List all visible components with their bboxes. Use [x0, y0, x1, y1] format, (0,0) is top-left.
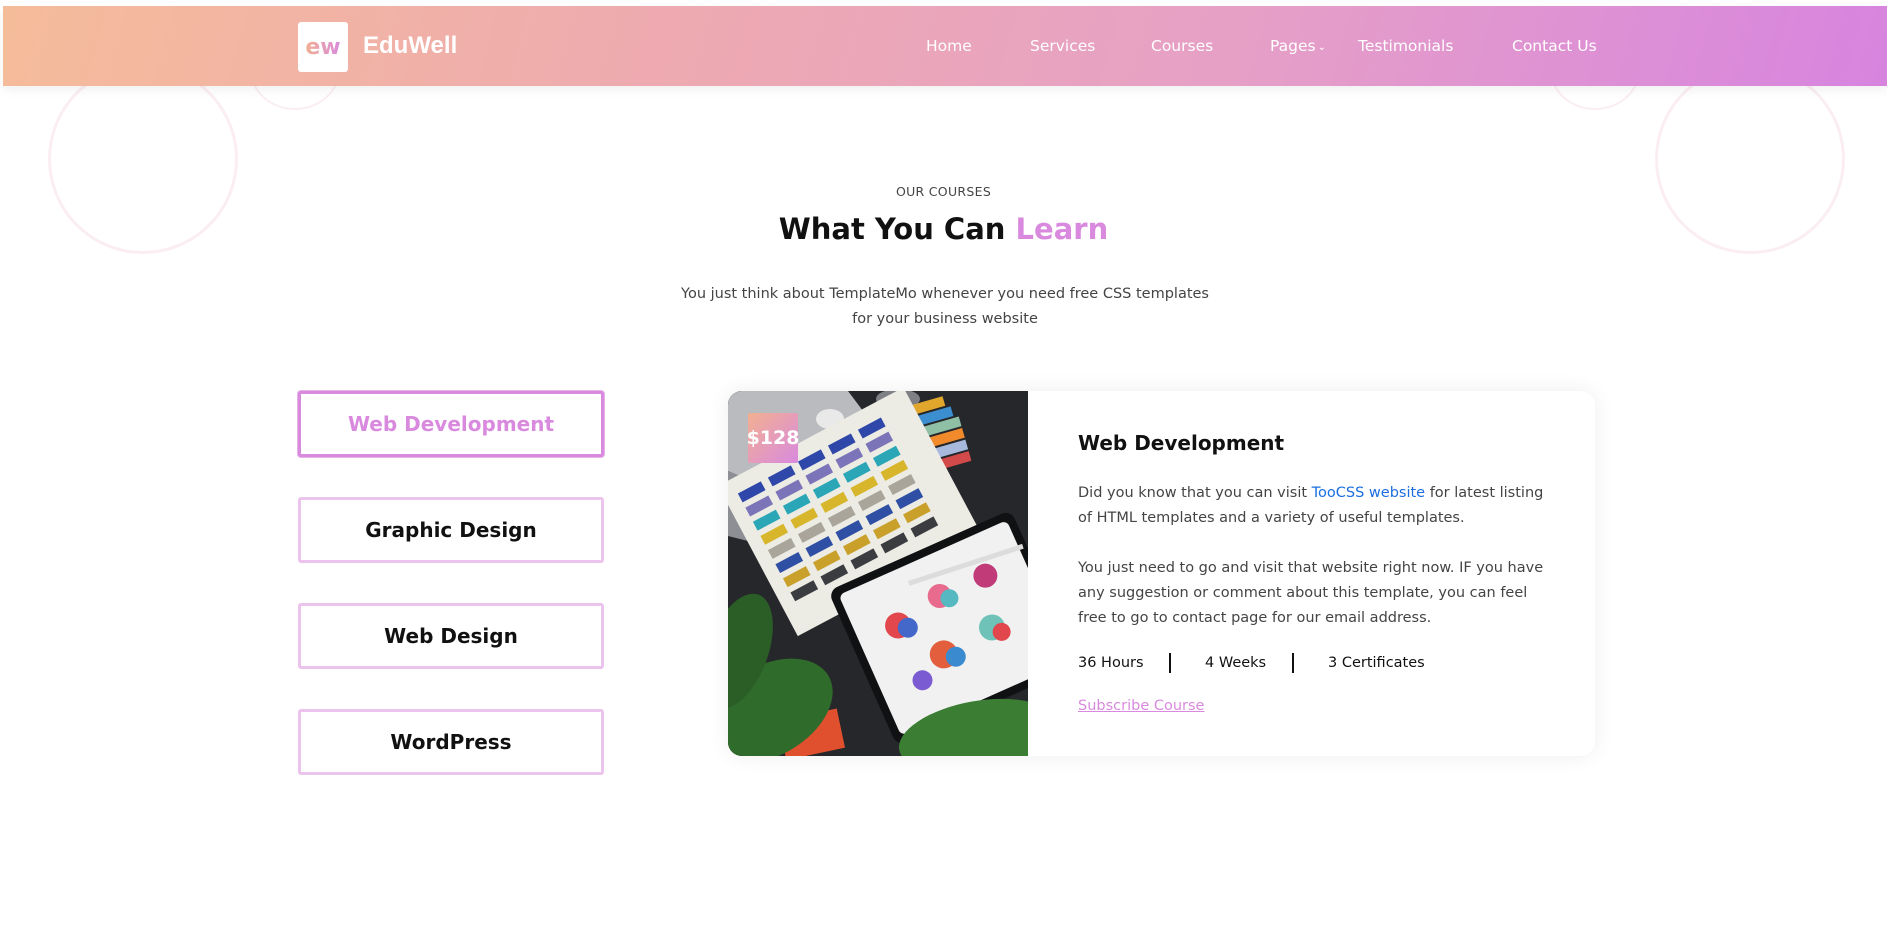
tab-wordpress[interactable]: WordPress	[298, 709, 604, 775]
meta-divider	[1292, 653, 1294, 673]
course-description-2: You just need to go and visit that websi…	[1078, 560, 1544, 626]
course-weeks: 4 Weeks	[1205, 655, 1267, 671]
course-card: $128 Web Development Did you know that y…	[728, 391, 1595, 756]
section-title-accent: Learn	[1015, 212, 1109, 246]
site-header: ew EduWell Home Services Courses Pages ⌄ …	[3, 6, 1887, 86]
nav-home[interactable]: Home	[926, 37, 972, 55]
section-eyebrow: OUR COURSES	[895, 184, 992, 199]
main-nav: Home Services Courses Pages ⌄ Testimonial…	[3, 37, 1887, 59]
meta-divider	[1169, 653, 1171, 673]
nav-pages-label: Pages	[1270, 37, 1316, 55]
section-title-main: What You Can	[778, 212, 1006, 246]
tab-web-design[interactable]: Web Design	[298, 603, 604, 669]
tab-web-development[interactable]: Web Development	[298, 391, 604, 457]
course-desc-text: Did you know that you can visit	[1078, 485, 1312, 501]
nav-services[interactable]: Services	[1030, 37, 1095, 55]
course-title: Web Development	[1078, 431, 1285, 455]
course-image: $128	[728, 391, 1028, 756]
course-description-1: Did you know that you can visit TooCSS w…	[1078, 481, 1558, 531]
nav-pages[interactable]: Pages ⌄	[1270, 37, 1326, 55]
tab-graphic-design[interactable]: Graphic Design	[298, 497, 604, 563]
toocss-link[interactable]: TooCSS website	[1312, 485, 1425, 501]
section-title: What You Can Learn	[0, 212, 1887, 246]
subscribe-course-link[interactable]: Subscribe Course	[1078, 698, 1204, 714]
chevron-down-icon: ⌄	[1317, 42, 1326, 53]
course-hours: 36 Hours	[1078, 655, 1144, 671]
course-certificates: 3 Certificates	[1328, 655, 1425, 671]
nav-testimonials[interactable]: Testimonials	[1358, 37, 1453, 55]
section-subtitle: You just think about TemplateMo whenever…	[681, 286, 1209, 327]
price-badge: $128	[747, 413, 799, 463]
nav-courses[interactable]: Courses	[1151, 37, 1213, 55]
nav-contact-us[interactable]: Contact Us	[1512, 37, 1597, 55]
